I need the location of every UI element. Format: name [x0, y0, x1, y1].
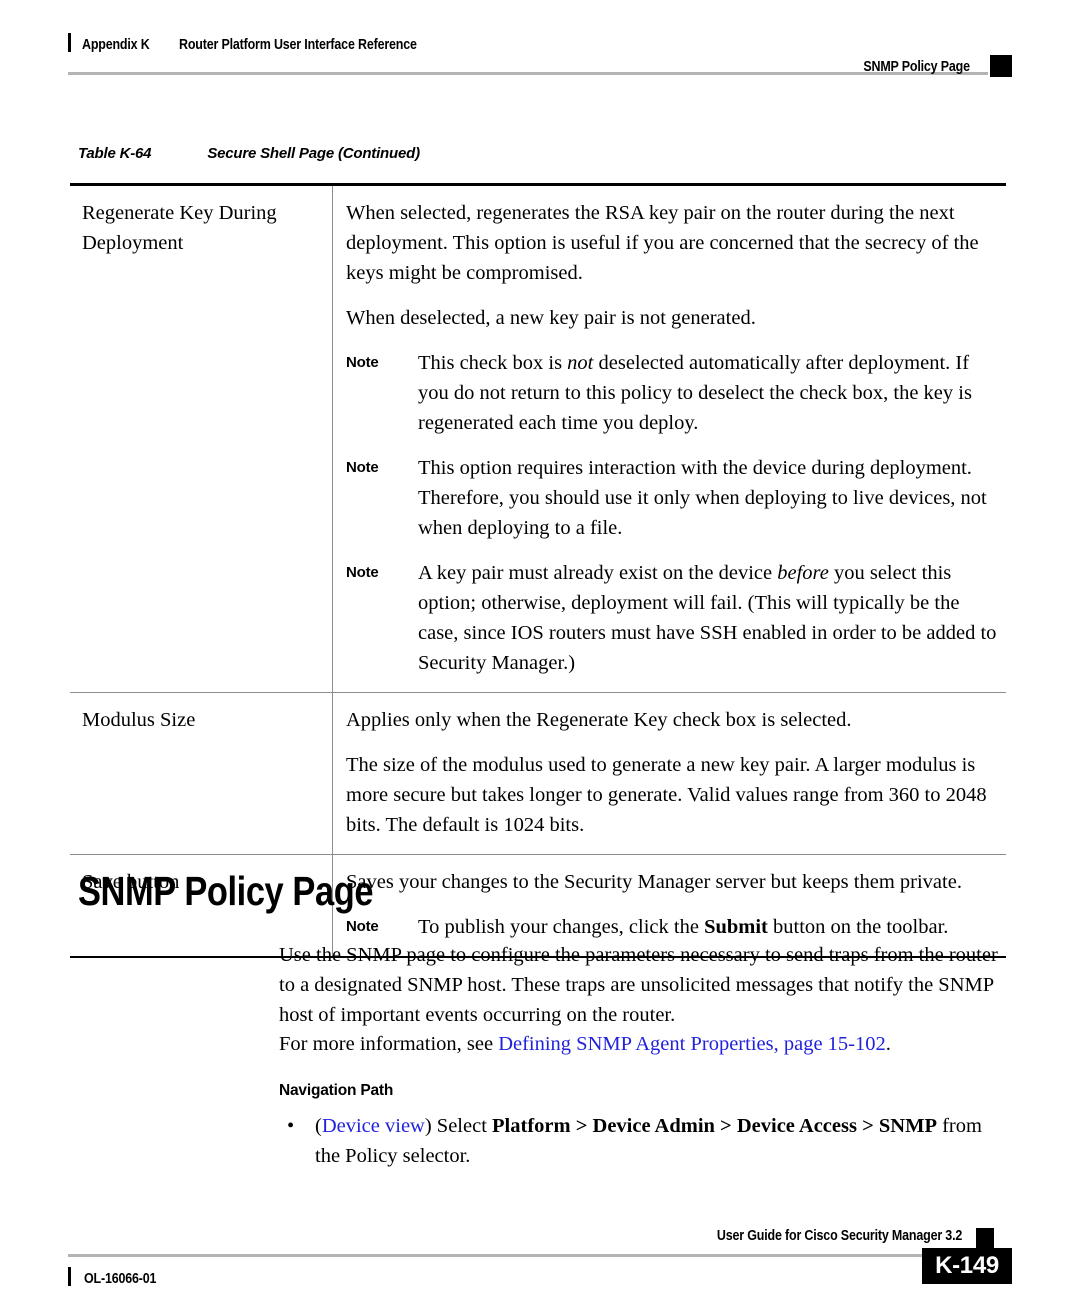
- open-paren-text: (: [315, 1115, 322, 1137]
- header-appendix-label: Appendix K: [82, 37, 150, 53]
- xref-suffix-text: .: [885, 1033, 891, 1055]
- page-header: Appendix K Router Platform User Interfac…: [68, 30, 1012, 92]
- navigation-path-container: Navigation Path • (Device view) Select P…: [279, 1082, 1009, 1171]
- note-label: Note: [346, 354, 379, 371]
- page-title: SNMP Policy Page: [78, 868, 374, 914]
- note-text-bold: Submit: [704, 916, 768, 938]
- header-rule-divider: [68, 72, 988, 75]
- table-row: Modulus Size Applies only when the Regen…: [70, 692, 1006, 855]
- footer-document-id: OL-16066-01: [84, 1271, 157, 1287]
- page-number-badge: K-149: [922, 1248, 1012, 1284]
- device-view-link[interactable]: Device view: [322, 1115, 425, 1137]
- note-block: Note This check box is not deselected au…: [346, 348, 998, 438]
- change-bar-tick-icon: [68, 33, 71, 52]
- navigation-path-heading: Navigation Path: [279, 1082, 394, 1099]
- header-chapter-title: Router Platform User Interface Reference: [178, 37, 417, 53]
- bullet-dot-icon: •: [287, 1115, 295, 1137]
- header-black-square-icon: [990, 55, 1012, 77]
- footer-guide-title: User Guide for Cisco Security Manager 3.…: [716, 1228, 962, 1244]
- note-text-before: A key pair must already exist on the dev…: [418, 562, 778, 584]
- header-section-marker: SNMP Policy Page: [863, 59, 970, 75]
- note-block: Note A key pair must already exist on th…: [346, 558, 998, 678]
- note-block: Note To publish your changes, click the …: [346, 912, 998, 942]
- note-block: Note This option requires interaction wi…: [346, 453, 998, 543]
- description-paragraph: The size of the modulus used to generate…: [346, 754, 987, 836]
- xref-prefix-text: For more information, see: [279, 1033, 499, 1055]
- list-item: • (Device view) Select Platform > Device…: [279, 1111, 1009, 1171]
- xref-link[interactable]: Defining SNMP Agent Properties, page 15-…: [498, 1033, 886, 1055]
- note-text-italic: before: [777, 562, 829, 584]
- close-paren-select-text: ) Select: [424, 1115, 493, 1137]
- table-cell-term: Modulus Size: [70, 692, 333, 855]
- intro-paragraph-container: Use the SNMP page to configure the param…: [279, 940, 1009, 1030]
- page-footer: User Guide for Cisco Security Manager 3.…: [68, 1228, 1012, 1298]
- intro-paragraph: Use the SNMP page to configure the param…: [279, 944, 998, 1026]
- cross-reference-container: For more information, see Defining SNMP …: [279, 1029, 1009, 1059]
- table-cell-description: When selected, regenerates the RSA key p…: [332, 186, 1006, 693]
- header-left-group: Appendix K Router Platform User Interfac…: [68, 30, 455, 53]
- note-label: Note: [346, 459, 379, 476]
- table-caption: Table K-64 Secure Shell Page (Continued): [78, 145, 420, 162]
- secure-shell-table: Regenerate Key During Deployment When se…: [70, 186, 1006, 958]
- table-caption-number: Table K-64: [78, 145, 152, 162]
- change-bar-tick-icon: [68, 1267, 71, 1286]
- note-body: This option requires interaction with th…: [418, 457, 987, 539]
- term-label: Regenerate Key During Deployment: [82, 202, 277, 254]
- note-text-after: button on the toolbar.: [767, 916, 949, 938]
- note-text-italic: not: [567, 352, 594, 374]
- navigation-path-text: (Device view) Select Platform > Device A…: [315, 1111, 1009, 1171]
- description-paragraph: Applies only when the Regenerate Key che…: [346, 709, 852, 731]
- note-body: This check box is not deselected automat…: [418, 348, 998, 438]
- navigation-path-bold: Platform > Device Admin > Device Access …: [492, 1115, 937, 1137]
- footer-black-square-icon: [976, 1228, 994, 1248]
- table-caption-title: Secure Shell Page (Continued): [207, 145, 420, 162]
- note-text-before: This check box is: [418, 352, 568, 374]
- note-body: To publish your changes, click the Submi…: [418, 912, 998, 942]
- table-row: Regenerate Key During Deployment When se…: [70, 186, 1006, 693]
- footer-left-group: OL-16066-01: [68, 1264, 168, 1287]
- cross-reference-line: For more information, see Defining SNMP …: [279, 1029, 1009, 1059]
- note-label: Note: [346, 564, 379, 581]
- description-paragraph: Saves your changes to the Security Manag…: [346, 871, 962, 893]
- table-cell-description: Applies only when the Regenerate Key che…: [332, 692, 1006, 855]
- table-cell-term: Regenerate Key During Deployment: [70, 186, 333, 693]
- note-body: A key pair must already exist on the dev…: [418, 558, 998, 678]
- note-text-before: To publish your changes, click the: [418, 916, 705, 938]
- note-label: Note: [346, 918, 379, 935]
- description-paragraph: When deselected, a new key pair is not g…: [346, 307, 756, 329]
- term-label: Modulus Size: [82, 709, 196, 731]
- footer-rule-divider: [68, 1254, 952, 1257]
- description-paragraph: When selected, regenerates the RSA key p…: [346, 202, 979, 284]
